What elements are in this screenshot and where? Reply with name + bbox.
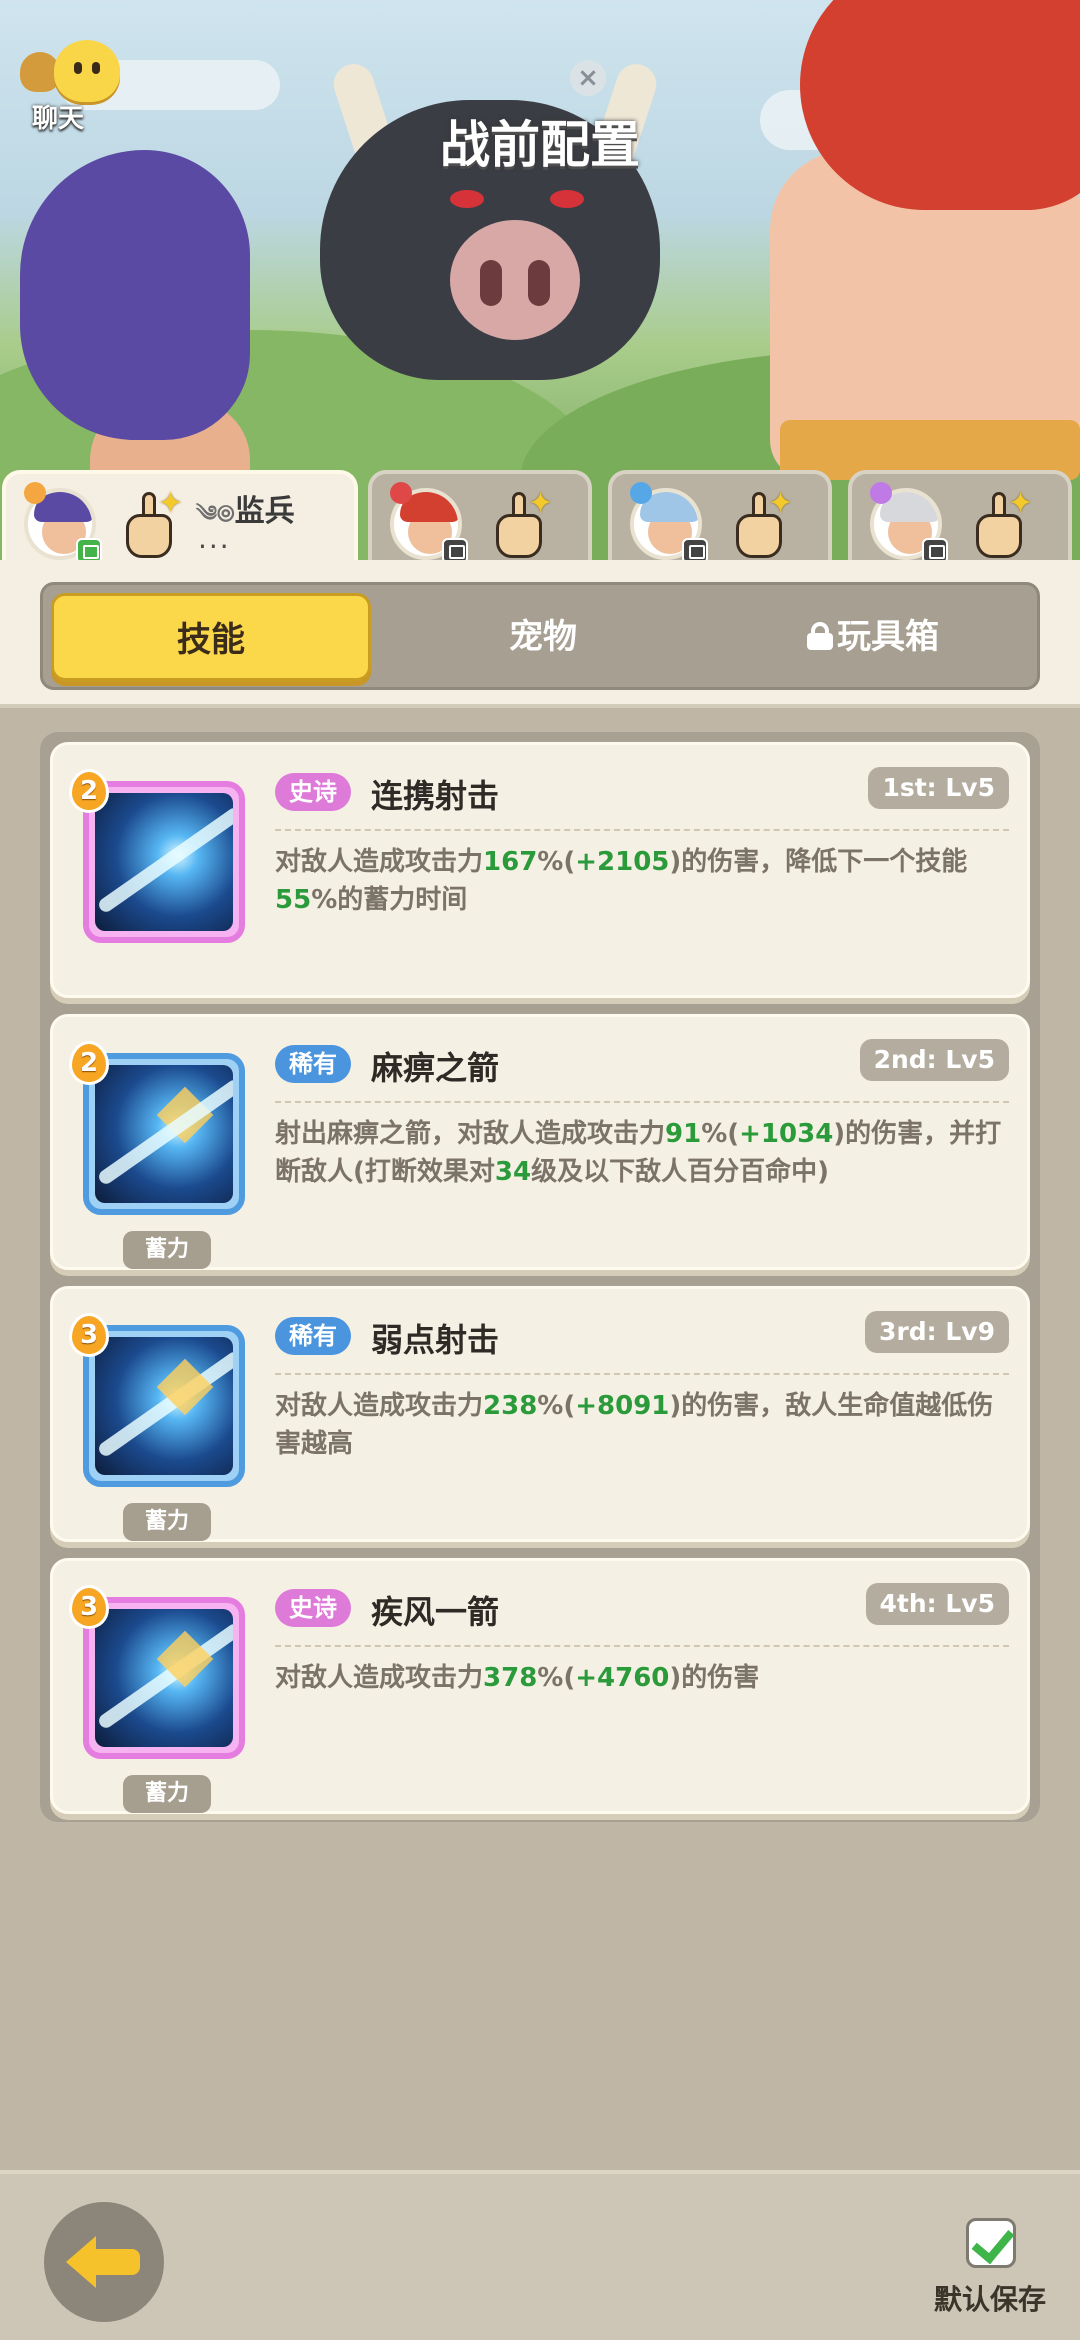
skill-description: 射出麻痹之箭，对敌人造成攻击力91%(+1034)的伤害，并打断敌人(打断效果对… <box>275 1119 1002 1187</box>
skill-rank-badge: 2 <box>69 769 109 813</box>
element-mark-icon <box>390 482 412 504</box>
lock-icon <box>807 622 833 650</box>
skill-level-badge: 3rd: Lv9 <box>865 1311 1009 1353</box>
skill-level-badge: 4th: Lv5 <box>865 1583 1009 1625</box>
skill-rank-badge: 3 <box>69 1313 109 1357</box>
gale-arrow-skill-icon <box>83 1597 245 1759</box>
paralysis-arrow-skill-icon <box>83 1053 245 1215</box>
hero-name-ellipsis: ... <box>198 522 231 555</box>
bottom-bar: 默认保存 <box>0 2170 1080 2340</box>
weak-point-shot-skill-icon <box>83 1325 245 1487</box>
element-mark-icon <box>24 482 46 504</box>
skill-description: 对敌人造成攻击力238%(+8091)的伤害，敌人生命值越低伤害越高 <box>275 1391 994 1459</box>
close-deco-icon: × <box>570 60 606 96</box>
divider <box>275 1645 1009 1647</box>
skill-rank-badge: 3 <box>69 1585 109 1629</box>
skill-card[interactable]: 3 蓄力 史诗 疾风一箭 4th: Lv5 对敌人造成攻击力378%(+4760… <box>50 1558 1030 1814</box>
skill-name: 连携射击 <box>371 777 500 815</box>
smiley-chat-icon <box>54 40 120 102</box>
hero-tab-3[interactable]: ✦ <box>608 470 832 570</box>
skill-level-badge: 2nd: Lv5 <box>859 1039 1009 1081</box>
checkbox-checked-icon[interactable] <box>966 2218 1016 2268</box>
skill-description: 对敌人造成攻击力378%(+4760)的伤害 <box>275 1663 760 1693</box>
category-tab-bar: 技能 宠物 玩具箱 <box>40 582 1040 690</box>
skill-rank-badge: 2 <box>69 1041 109 1085</box>
tap-hand-icon: ✦ <box>122 486 188 562</box>
charge-tag: 蓄力 <box>123 1231 211 1269</box>
charge-tag: 蓄力 <box>123 1503 211 1541</box>
skills-list: 2 史诗 连携射击 1st: Lv5 对敌人造成攻击力167%(+2105)的伤… <box>40 732 1040 1822</box>
skill-name: 弱点射击 <box>371 1321 500 1359</box>
skill-card[interactable]: 2 史诗 连携射击 1st: Lv5 对敌人造成攻击力167%(+2105)的伤… <box>50 742 1030 998</box>
skill-name: 麻痹之箭 <box>371 1049 500 1087</box>
charge-tag: 蓄力 <box>123 1775 211 1813</box>
skill-description: 对敌人造成攻击力167%(+2105)的伤害，降低下一个技能55%的蓄力时间 <box>275 847 968 915</box>
element-mark-icon <box>630 482 652 504</box>
page-title: 战前配置 <box>440 116 640 174</box>
skill-card[interactable]: 3 蓄力 稀有 弱点射击 3rd: Lv9 对敌人造成攻击力238%(+8091… <box>50 1286 1030 1542</box>
back-button[interactable] <box>44 2202 164 2322</box>
back-arrow-icon <box>66 2236 96 2288</box>
tap-hand-icon: ✦ <box>492 486 558 562</box>
element-mark-icon <box>870 482 892 504</box>
default-save-toggle[interactable]: 默认保存 <box>930 2218 1050 2328</box>
hero-tabs: ✦ ༄⦾监兵 ... ✦ ✦ ✦ <box>0 470 1080 570</box>
skill-card[interactable]: 2 蓄力 稀有 麻痹之箭 2nd: Lv5 射出麻痹之箭，对敌人造成攻击力91%… <box>50 1014 1030 1270</box>
hero-tab-4[interactable]: ✦ <box>848 470 1072 570</box>
chain-shot-skill-icon <box>83 781 245 943</box>
skill-name: 疾风一箭 <box>371 1593 500 1631</box>
default-save-label: 默认保存 <box>933 2283 1046 2316</box>
rarity-badge: 史诗 <box>275 1589 351 1627</box>
skill-level-badge: 1st: Lv5 <box>868 767 1009 809</box>
tab-toybox-label: 玩具箱 <box>837 617 939 657</box>
hero-tab-1[interactable]: ✦ ༄⦾监兵 ... <box>2 470 358 570</box>
tab-toybox[interactable]: 玩具箱 <box>713 593 1033 681</box>
tab-skills[interactable]: 技能 <box>51 593 371 681</box>
divider <box>275 829 1009 831</box>
tap-hand-icon: ✦ <box>972 486 1038 562</box>
tap-hand-icon: ✦ <box>732 486 798 562</box>
hero-tab-2[interactable]: ✦ <box>368 470 592 570</box>
tab-pets[interactable]: 宠物 <box>383 593 703 681</box>
rarity-badge: 稀有 <box>275 1317 351 1355</box>
rarity-badge: 稀有 <box>275 1045 351 1083</box>
rarity-badge: 史诗 <box>275 773 351 811</box>
divider <box>275 1101 1009 1103</box>
divider <box>275 1373 1009 1375</box>
category-panel: 技能 宠物 玩具箱 <box>0 560 1080 708</box>
